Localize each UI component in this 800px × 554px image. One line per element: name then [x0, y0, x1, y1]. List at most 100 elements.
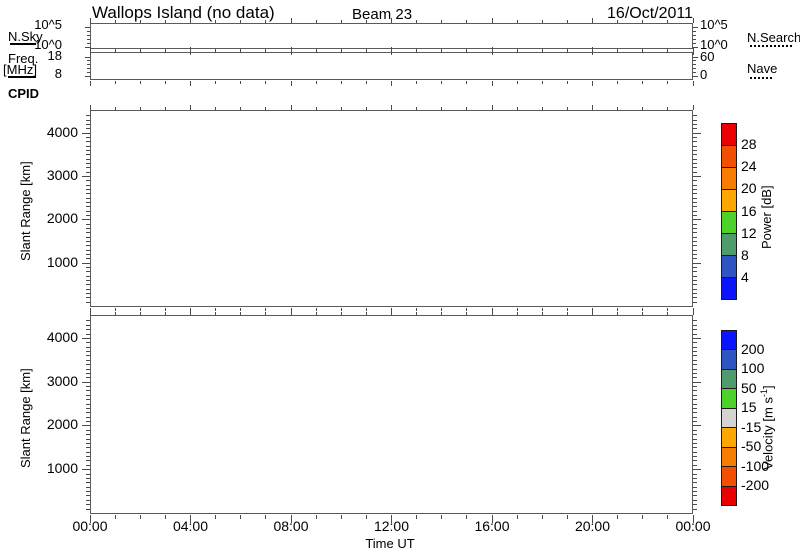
- x-tick-label: 08:00: [261, 519, 321, 534]
- tick-mark: [86, 267, 90, 268]
- tick-mark: [316, 308, 317, 311]
- tick-mark: [441, 49, 442, 52]
- tick-mark: [86, 334, 90, 335]
- tick-mark: [693, 224, 697, 225]
- nsearch-line-sample: [750, 45, 792, 47]
- tick-mark: [265, 308, 266, 311]
- tick-mark: [693, 421, 697, 422]
- tick-mark: [291, 47, 292, 52]
- tick-mark: [86, 302, 90, 303]
- tick-mark: [87, 60, 90, 61]
- tick-mark: [82, 176, 90, 177]
- tick-mark: [86, 245, 90, 246]
- tick-mark: [693, 334, 697, 335]
- y-tick-label: 2000: [38, 211, 78, 226]
- tick-mark: [265, 312, 266, 315]
- tick-mark: [693, 276, 697, 277]
- nave-line-sample: [750, 77, 772, 79]
- power-colorbar-segment: [722, 233, 736, 255]
- tick-mark: [85, 76, 90, 77]
- y-tick-label: 3000: [38, 374, 78, 389]
- tick-mark: [82, 219, 90, 220]
- tick-mark: [86, 482, 90, 483]
- tick-mark: [86, 404, 90, 405]
- tick-mark: [86, 325, 90, 326]
- tick-mark: [617, 49, 618, 52]
- colorbar-tick-label: 28: [741, 137, 757, 152]
- tick-mark: [316, 20, 317, 23]
- velocity-colorbar-segment: [722, 486, 736, 505]
- tick-mark: [693, 211, 697, 212]
- tick-mark: [693, 35, 696, 36]
- tick-mark: [85, 27, 90, 28]
- tick-mark: [693, 219, 701, 220]
- tick-mark: [165, 308, 166, 311]
- tick-mark: [86, 355, 90, 356]
- tick-mark: [190, 47, 191, 52]
- tick-mark: [341, 20, 342, 23]
- tick-mark: [87, 39, 90, 40]
- colorbar-tick-label: 50: [741, 381, 757, 396]
- page-title: Wallops Island (no data): [92, 4, 275, 23]
- tick-mark: [86, 478, 90, 479]
- power-panel-ylabel: Slant Range [km]: [18, 161, 33, 261]
- tick-mark: [693, 137, 697, 138]
- small-panel-tick-label: 10^5: [700, 18, 728, 32]
- tick-mark: [693, 228, 697, 229]
- power-colorbar-label-text: Power [dB]: [759, 185, 774, 249]
- tick-mark: [693, 369, 697, 370]
- tick-mark: [86, 430, 90, 431]
- tick-mark: [316, 81, 317, 84]
- tick-mark: [86, 474, 90, 475]
- tick-mark: [642, 20, 643, 23]
- power-colorbar-segment: [722, 145, 736, 167]
- tick-mark: [667, 81, 668, 84]
- tick-mark: [86, 456, 90, 457]
- tick-mark: [693, 245, 697, 246]
- tick-mark: [693, 452, 697, 453]
- tick-mark: [391, 105, 392, 110]
- tick-mark: [86, 241, 90, 242]
- tick-mark: [693, 509, 697, 510]
- colorbar-tick-label: -200: [741, 478, 769, 493]
- tick-mark: [693, 469, 701, 470]
- colorbar-tick-label: 16: [741, 204, 757, 219]
- tick-mark: [140, 515, 141, 519]
- tick-mark: [693, 434, 697, 435]
- tick-mark: [82, 425, 90, 426]
- tick-mark: [86, 202, 90, 203]
- tick-mark: [86, 163, 90, 164]
- tick-mark: [567, 81, 568, 84]
- tick-mark: [90, 81, 91, 86]
- colorbar-tick-label: -100: [741, 459, 769, 474]
- power-colorbar-label: Power [dB]: [759, 185, 774, 249]
- tick-mark: [693, 76, 698, 77]
- x-tick-label: 04:00: [161, 519, 221, 534]
- tick-mark: [391, 81, 392, 86]
- y-tick-label: 4000: [38, 125, 78, 140]
- tick-mark: [140, 107, 141, 110]
- tick-mark: [693, 504, 697, 505]
- tick-mark: [391, 18, 392, 23]
- tick-mark: [693, 360, 697, 361]
- velocity-colorbar-segment: [722, 466, 736, 485]
- tick-mark: [592, 47, 593, 52]
- tick-mark: [693, 241, 697, 242]
- tick-mark: [441, 308, 442, 311]
- tick-mark: [492, 310, 493, 315]
- tick-mark: [86, 154, 90, 155]
- tick-mark: [693, 404, 697, 405]
- tick-mark: [667, 308, 668, 311]
- tick-mark: [215, 49, 216, 52]
- tick-mark: [82, 469, 90, 470]
- tick-mark: [542, 312, 543, 315]
- power-colorbar-segment: [722, 124, 736, 145]
- tick-mark: [86, 447, 90, 448]
- colorbar-tick-label: 24: [741, 159, 757, 174]
- tick-mark: [667, 312, 668, 315]
- tick-mark: [86, 369, 90, 370]
- y-tick-label: 3000: [38, 168, 78, 183]
- tick-mark: [617, 20, 618, 23]
- tick-mark: [240, 49, 241, 52]
- power-colorbar-segment: [722, 277, 736, 299]
